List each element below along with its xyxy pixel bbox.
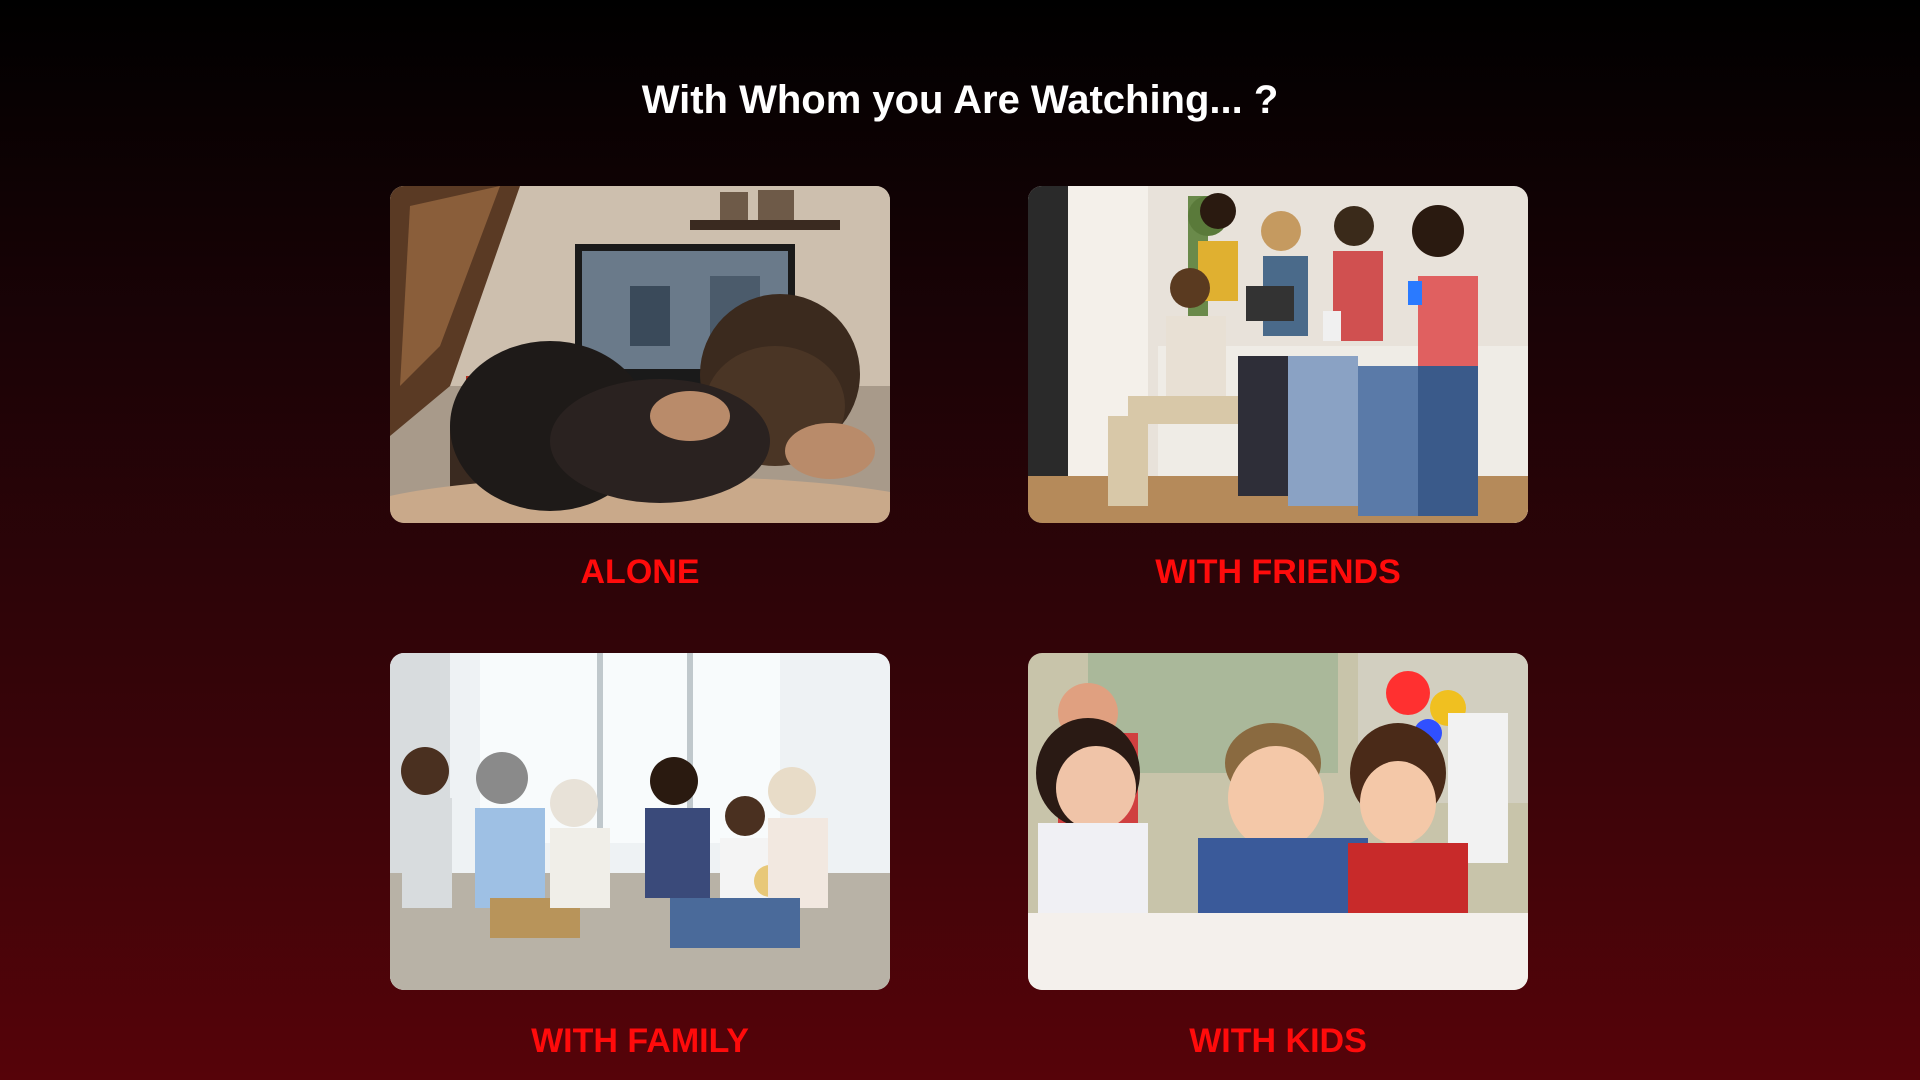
page-title: With Whom you Are Watching... ?	[641, 78, 1279, 122]
option-with-kids-label[interactable]: WITH KIDS	[1028, 1021, 1528, 1061]
family-photo[interactable]	[390, 653, 890, 990]
option-alone-card[interactable]: ALONE	[390, 186, 890, 591]
option-with-family-card[interactable]: WITH FAMILY	[390, 653, 890, 1060]
option-with-friends-card[interactable]: WITH FRIENDS	[1028, 186, 1528, 591]
alone-photo[interactable]	[390, 186, 890, 523]
friends-photo[interactable]	[1028, 186, 1528, 523]
option-with-kids-card[interactable]: WITH KIDS	[1028, 653, 1528, 1060]
option-with-family-label[interactable]: WITH FAMILY	[390, 1021, 890, 1061]
option-with-friends-label[interactable]: WITH FRIENDS	[1028, 552, 1528, 592]
kids-photo[interactable]	[1028, 653, 1528, 990]
option-alone-label[interactable]: ALONE	[390, 552, 890, 592]
